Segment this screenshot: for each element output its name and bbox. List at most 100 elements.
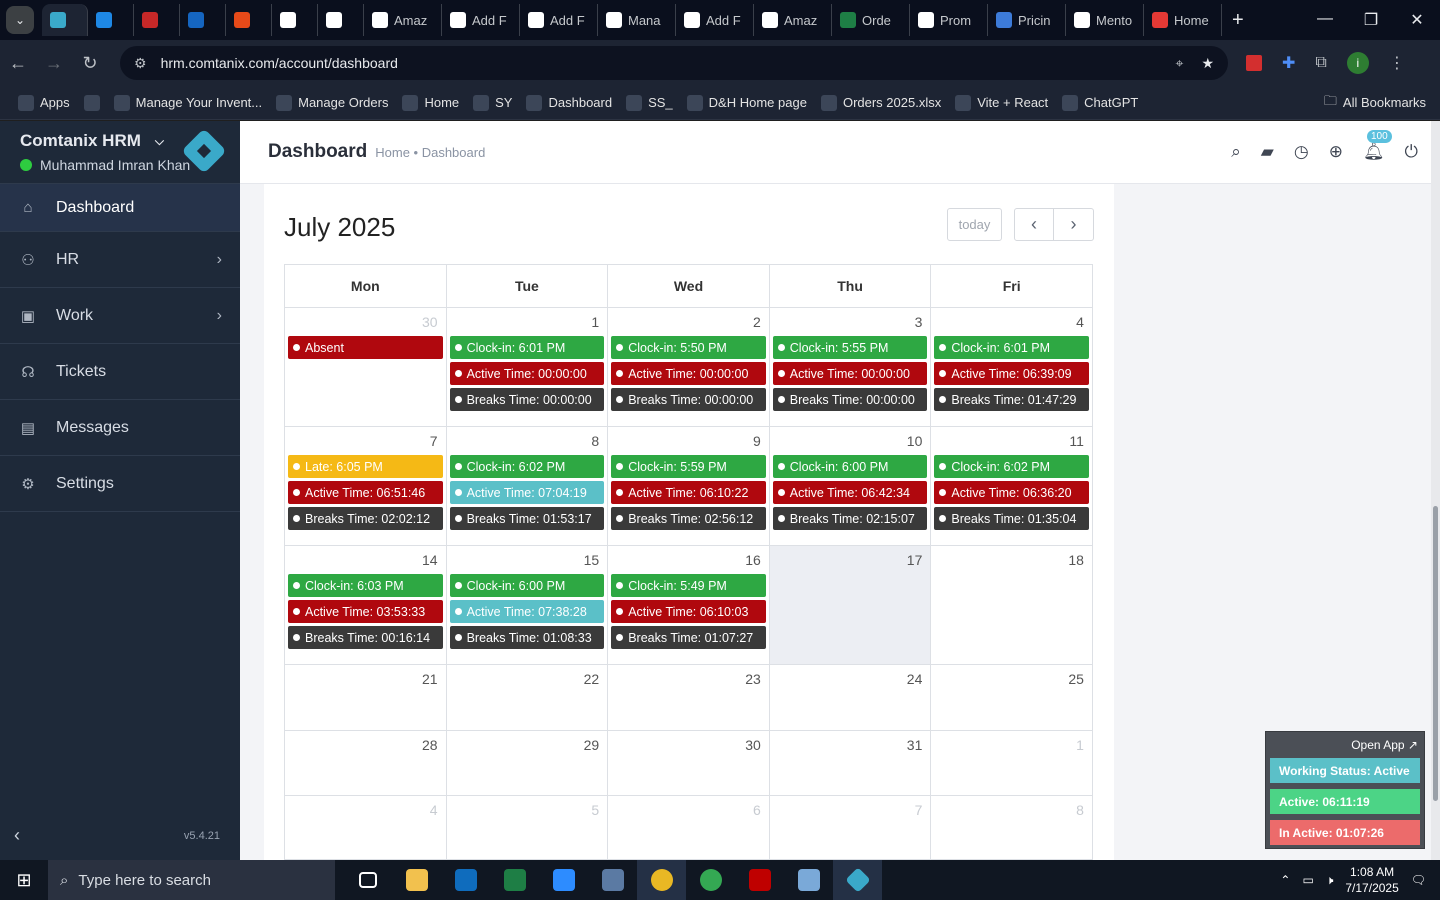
calendar-day[interactable]: 17 xyxy=(769,546,932,664)
back-icon[interactable]: ← xyxy=(0,53,36,74)
scrollbar-thumb[interactable] xyxy=(1433,506,1438,801)
attendance-event[interactable]: Absent xyxy=(288,336,443,359)
calendar-day[interactable]: 5 xyxy=(447,796,609,859)
bookmark-item[interactable]: Dashboard xyxy=(526,94,612,111)
calendar-day[interactable]: 2 Clock-in: 5:50 PM Active Time: 00:00:00 B… xyxy=(608,308,770,426)
menu-icon[interactable]: ⋮ xyxy=(1389,53,1405,73)
collapse-sidebar-icon[interactable]: ‹ xyxy=(14,825,20,846)
today-button[interactable]: today xyxy=(947,208,1002,241)
day-number[interactable]: 28 xyxy=(287,737,444,759)
profile-avatar[interactable]: i xyxy=(1346,52,1369,74)
day-number[interactable]: 15 xyxy=(449,552,606,574)
browser-tab[interactable] xyxy=(88,4,134,36)
browser-tab[interactable]: Orde xyxy=(832,4,910,36)
calendar-day[interactable]: 8 Clock-in: 6:02 PM Active Time: 07:04:19 B… xyxy=(447,427,609,545)
browser-tab[interactable]: Pricin xyxy=(988,4,1066,36)
calendar-day[interactable]: 1 xyxy=(931,731,1092,795)
attendance-event[interactable]: Active Time: 03:53:33 xyxy=(288,600,443,623)
calendar-day[interactable]: 1 Clock-in: 6:01 PM Active Time: 00:00:00 B… xyxy=(447,308,609,426)
calendar-day[interactable]: 14 Clock-in: 6:03 PM Active Time: 03:53:33… xyxy=(285,546,447,664)
calendar-day[interactable]: 16 Clock-in: 5:49 PM Active Time: 06:10:03… xyxy=(608,546,770,664)
calendar-day[interactable]: 30 xyxy=(608,731,770,795)
bookmark-item[interactable]: Home xyxy=(402,94,459,111)
notification-center-icon[interactable]: 🗨︎ xyxy=(1411,873,1426,887)
calendar-day[interactable]: 22 xyxy=(447,665,609,730)
attendance-event[interactable]: Clock-in: 5:50 PM xyxy=(611,336,766,359)
new-tab-button[interactable]: + xyxy=(1232,9,1244,32)
bookmark-item[interactable]: Manage Your Invent... xyxy=(113,94,262,111)
close-icon[interactable]: ✕ xyxy=(1394,10,1440,30)
attendance-event[interactable]: Breaks Time: 01:08:33 xyxy=(449,626,605,649)
taskbar-app[interactable] xyxy=(686,860,735,900)
site-info-icon[interactable]: ⚙ xyxy=(134,55,147,72)
browser-tab[interactable] xyxy=(134,4,180,36)
attendance-event[interactable]: Clock-in: 6:00 PM xyxy=(449,574,605,597)
attendance-event[interactable]: Clock-in: 6:01 PM xyxy=(449,336,605,359)
sidebar-item-dashboard[interactable]: ⌂ Dashboard xyxy=(0,184,240,232)
all-bookmarks[interactable]: 🗀 All Bookmarks xyxy=(1324,92,1426,114)
browser-tab[interactable]: Prom xyxy=(910,4,988,36)
browser-tab[interactable]: Amaz xyxy=(364,4,442,36)
taskbar-app[interactable] xyxy=(441,860,490,900)
day-number[interactable]: 18 xyxy=(933,552,1090,574)
day-number[interactable]: 17 xyxy=(772,552,929,574)
day-number[interactable]: 31 xyxy=(772,737,929,759)
calendar-day[interactable]: 15 Clock-in: 6:00 PM Active Time: 07:38:28… xyxy=(447,546,609,664)
attendance-event[interactable]: Breaks Time: 00:00:00 xyxy=(449,388,605,411)
attendance-event[interactable]: Active Time: 00:00:00 xyxy=(449,362,605,385)
sidebar-item-work[interactable]: ▣ Work › xyxy=(0,288,240,344)
day-number[interactable]: 1 xyxy=(449,314,606,336)
minimize-icon[interactable]: — xyxy=(1302,10,1348,30)
bookmark-item[interactable]: Apps xyxy=(18,94,70,111)
sidebar-item-tickets[interactable]: ☊ Tickets xyxy=(0,344,240,400)
day-number[interactable]: 11 xyxy=(933,433,1090,455)
day-number[interactable]: 30 xyxy=(610,737,767,759)
attendance-event[interactable]: Breaks Time: 01:47:29 xyxy=(934,388,1089,411)
day-number[interactable]: 14 xyxy=(287,552,444,574)
day-number[interactable]: 30 xyxy=(287,314,444,336)
forward-icon[interactable]: → xyxy=(36,53,72,74)
attendance-event[interactable]: Active Time: 00:00:00 xyxy=(611,362,766,385)
browser-tab[interactable] xyxy=(272,4,318,36)
next-month-icon[interactable]: › xyxy=(1054,208,1094,241)
calendar-day[interactable]: 30 Absent xyxy=(285,308,447,426)
taskbar-app[interactable] xyxy=(490,860,539,900)
bookmark-item[interactable]: Vite + React xyxy=(955,94,1048,111)
day-number[interactable]: 1 xyxy=(933,737,1090,759)
taskbar-app[interactable] xyxy=(637,860,686,900)
day-number[interactable]: 4 xyxy=(933,314,1090,336)
browser-tab[interactable]: Add F xyxy=(442,4,520,36)
day-number[interactable]: 2 xyxy=(610,314,767,336)
bookmark-item[interactable]: ChatGPT xyxy=(1062,94,1138,111)
bookmark-item[interactable]: Manage Orders xyxy=(276,94,388,111)
extensions-puzzle-icon[interactable]: ⧉ xyxy=(1315,54,1326,72)
browser-tab[interactable] xyxy=(42,4,88,36)
attendance-event[interactable]: Breaks Time: 02:56:12 xyxy=(611,507,766,530)
day-number[interactable]: 4 xyxy=(287,802,444,824)
calendar-day[interactable]: 24 xyxy=(770,665,932,730)
attendance-event[interactable]: Active Time: 06:42:34 xyxy=(772,481,928,504)
calendar-day[interactable]: 7 xyxy=(770,796,932,859)
windows-start-icon[interactable]: ⊞ xyxy=(0,870,48,891)
calendar-day[interactable]: 9 Clock-in: 5:59 PM Active Time: 06:10:22 B… xyxy=(608,427,770,545)
calendar-day[interactable]: 4 xyxy=(285,796,447,859)
attendance-event[interactable]: Active Time: 06:10:22 xyxy=(611,481,766,504)
bookmark-item[interactable]: SS_ xyxy=(626,94,673,111)
taskbar-app[interactable] xyxy=(392,860,441,900)
attendance-event[interactable]: Clock-in: 6:02 PM xyxy=(934,455,1089,478)
taskbar-app[interactable] xyxy=(343,860,392,900)
attendance-event[interactable]: Clock-in: 6:02 PM xyxy=(449,455,605,478)
browser-tab[interactable]: Add F xyxy=(676,4,754,36)
taskbar-app[interactable] xyxy=(735,860,784,900)
attendance-event[interactable]: Breaks Time: 02:02:12 xyxy=(288,507,443,530)
day-number[interactable]: 8 xyxy=(933,802,1090,824)
calendar-day[interactable]: 23 xyxy=(608,665,770,730)
sticky-note-icon[interactable]: ▰ xyxy=(1261,142,1274,162)
day-number[interactable]: 25 xyxy=(933,671,1090,693)
attendance-event[interactable]: Clock-in: 6:00 PM xyxy=(772,455,928,478)
day-number[interactable]: 10 xyxy=(772,433,929,455)
attendance-event[interactable]: Active Time: 06:36:20 xyxy=(934,481,1089,504)
attendance-event[interactable]: Clock-in: 5:49 PM xyxy=(611,574,766,597)
prev-month-icon[interactable]: ‹ xyxy=(1014,208,1054,241)
bookmark-item[interactable]: D&H Home page xyxy=(686,94,807,111)
